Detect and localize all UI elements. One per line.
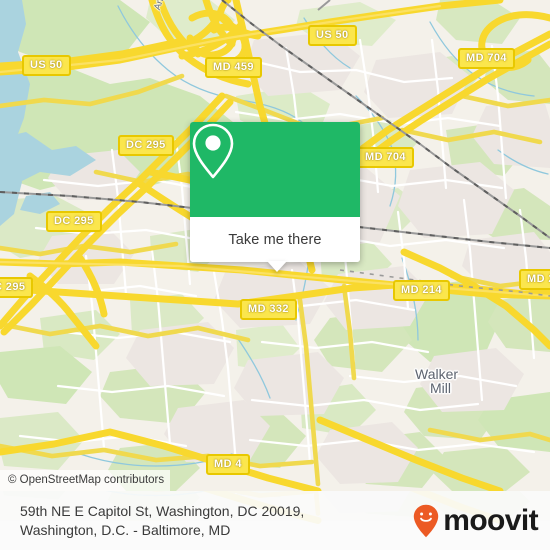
location-popup-card: Take me there <box>190 122 360 262</box>
road-shield: US 50 <box>22 55 71 76</box>
take-me-there-button[interactable]: Take me there <box>190 217 360 262</box>
road-shield: MD 704 <box>458 48 515 69</box>
road-shield: MD 214 <box>393 280 450 301</box>
address-line-2: Washington, D.C. - Baltimore, MD <box>20 521 231 538</box>
place-label-mill: Mill <box>430 380 451 396</box>
road-shield: MD 704 <box>357 147 414 168</box>
road-shield: MD 2 <box>519 269 550 290</box>
address-caption: 59th NE E Capitol St, Washington, DC 200… <box>20 502 413 540</box>
map-canvas[interactable]: US 50 MD 459 US 50 MD 704 DC 295 MD 704 … <box>0 0 550 491</box>
road-shield: C 295 <box>0 277 34 298</box>
moovit-logo[interactable]: moovit <box>413 503 539 538</box>
footer-bar: 59th NE E Capitol St, Washington, DC 200… <box>0 491 550 550</box>
road-shield: DC 295 <box>46 211 102 232</box>
moovit-map-screenshot: US 50 MD 459 US 50 MD 704 DC 295 MD 704 … <box>0 0 550 550</box>
road-shield: MD 4 <box>206 454 250 475</box>
location-popup-header <box>190 122 360 217</box>
road-shield: MD 332 <box>240 299 297 320</box>
popup-pointer-tail <box>267 261 287 272</box>
moovit-smile-pin-icon <box>414 504 439 537</box>
road-shield: US 50 <box>308 25 357 46</box>
location-popup: Take me there <box>190 122 360 272</box>
road-shield: DC 295 <box>118 135 174 156</box>
take-me-there-label: Take me there <box>228 231 322 248</box>
moovit-wordmark: moovit <box>443 503 538 537</box>
road-shield: MD 459 <box>205 57 262 78</box>
osm-attribution[interactable]: © OpenStreetMap contributors <box>0 470 171 491</box>
address-line-1: 59th NE E Capitol St, Washington, DC 200… <box>20 502 305 519</box>
map-pin-icon <box>192 123 234 179</box>
